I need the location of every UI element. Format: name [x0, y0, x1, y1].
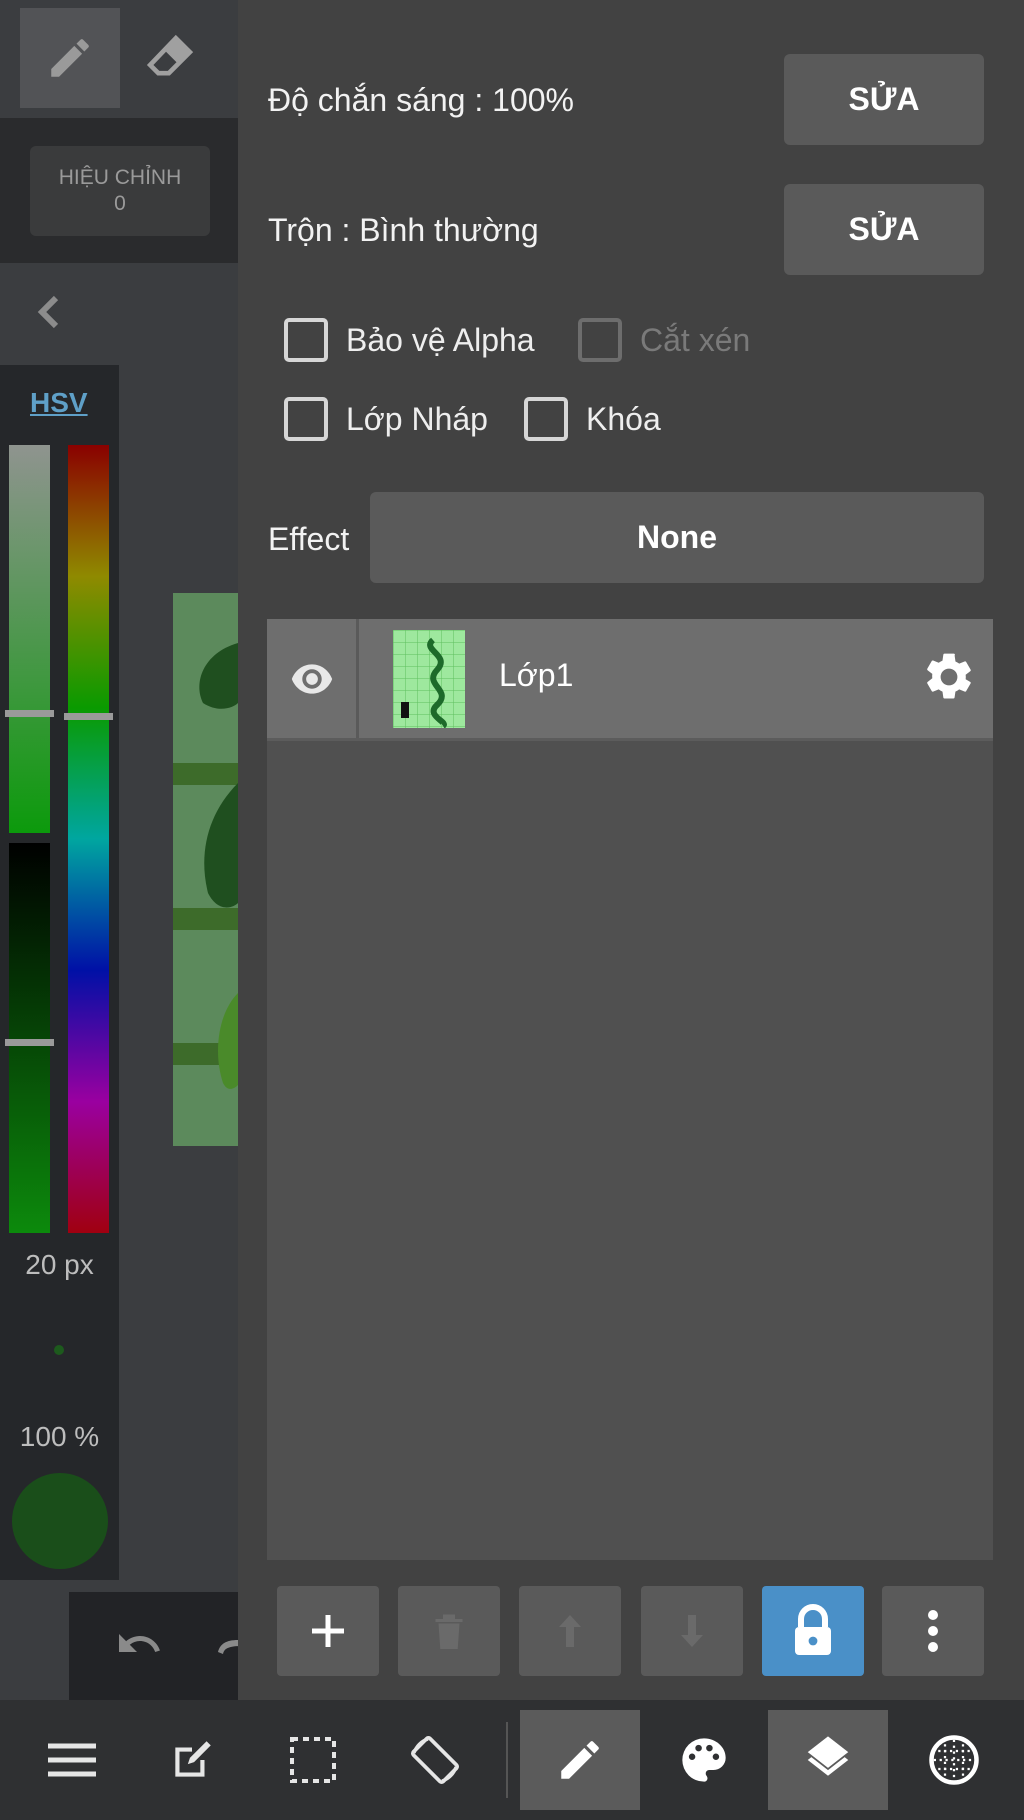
rotate-canvas-button[interactable] — [375, 1710, 495, 1810]
left-tool-panel: HIỆU CHỈNH 0 HSV 20 px 100 % — [0, 0, 242, 1700]
opacity-edit-button[interactable]: SỬA — [784, 54, 984, 145]
color-mode-tab[interactable]: HSV — [30, 387, 88, 419]
correction-value: 0 — [114, 192, 126, 215]
delete-layer-button[interactable] — [398, 1586, 500, 1676]
arrow-up-icon — [559, 1615, 581, 1647]
opacity-label: Độ chắn sáng : 100% — [268, 82, 574, 118]
selection-button[interactable] — [253, 1710, 373, 1810]
blend-mode-label: Trộn : Bình thường — [268, 212, 539, 248]
blend-mode-edit-button[interactable]: SỬA — [784, 184, 984, 275]
saturation-handle[interactable] — [5, 710, 54, 717]
lock-layer-button[interactable] — [762, 1586, 864, 1676]
undo-icon[interactable] — [113, 1620, 165, 1668]
value-handle[interactable] — [5, 1039, 54, 1046]
arrow-down-icon — [681, 1615, 703, 1647]
protect-alpha-checkbox[interactable]: Bảo vệ Alpha — [284, 318, 535, 362]
brush-tab-button[interactable] — [520, 1710, 640, 1810]
selection-icon — [290, 1737, 336, 1783]
more-vertical-icon — [928, 1610, 938, 1652]
clipping-box[interactable] — [578, 318, 622, 362]
toolbar-divider — [506, 1722, 508, 1798]
layer-row[interactable]: Lớp1 — [267, 619, 993, 741]
layer-visibility-toggle[interactable] — [267, 619, 359, 738]
layer-thumbnail — [393, 630, 465, 728]
edit-button[interactable] — [132, 1710, 252, 1810]
hue-slider[interactable] — [64, 445, 113, 1233]
lock-icon — [795, 1604, 831, 1655]
lock-label: Khóa — [586, 400, 661, 437]
current-color-swatch[interactable] — [12, 1473, 108, 1569]
layer-panel: Độ chắn sáng : 100% SỬA Trộn : Bình thườ… — [238, 0, 1024, 1700]
plus-icon — [312, 1615, 344, 1647]
eraser-tool-button[interactable] — [120, 8, 220, 108]
bottom-toolbar — [0, 1700, 1024, 1820]
layer-name: Lớp1 — [499, 657, 574, 693]
protect-alpha-box[interactable] — [284, 318, 328, 362]
menu-button[interactable] — [12, 1710, 132, 1810]
clipping-label: Cắt xén — [640, 321, 751, 358]
clipping-checkbox[interactable]: Cắt xén — [578, 318, 750, 362]
layer-settings-button[interactable] — [921, 649, 977, 705]
menu-icon — [48, 1743, 96, 1777]
value-slider[interactable] — [5, 843, 54, 1233]
saturation-slider[interactable] — [5, 445, 54, 833]
rotate-icon — [411, 1736, 459, 1784]
lock-checkbox[interactable]: Khóa — [524, 397, 661, 441]
draft-layer-box[interactable] — [284, 397, 328, 441]
move-layer-up-button[interactable] — [519, 1586, 621, 1676]
layer-list: Lớp1 — [267, 619, 993, 1560]
layers-tab-button[interactable] — [768, 1710, 888, 1810]
collapse-chevron-icon[interactable] — [34, 292, 64, 332]
brush-size-label: 20 px — [25, 1249, 94, 1280]
lock-box[interactable] — [524, 397, 568, 441]
pencil-icon — [561, 1741, 599, 1779]
grid-settings-button[interactable] — [894, 1710, 1014, 1810]
canvas-preview — [173, 593, 238, 1146]
brush-opacity-label: 100 % — [19, 1421, 100, 1452]
layers-icon — [807, 1736, 849, 1776]
effect-select-button[interactable]: None — [370, 492, 984, 583]
edit-icon — [175, 1741, 211, 1777]
correction-button[interactable]: HIỆU CHỈNH 0 — [30, 146, 210, 236]
undo-redo-bar — [69, 1592, 242, 1700]
protect-alpha-label: Bảo vệ Alpha — [346, 321, 535, 358]
gear-icon — [927, 653, 971, 699]
hue-handle[interactable] — [64, 713, 113, 720]
color-picker-panel: HSV 20 px 100 % — [0, 365, 119, 1580]
correction-label: HIỆU CHỈNH — [58, 166, 182, 189]
brush-size-preview — [54, 1345, 64, 1355]
eye-icon — [291, 663, 332, 694]
draft-layer-label: Lớp Nháp — [346, 400, 488, 437]
pen-tool-button[interactable] — [20, 8, 120, 108]
effect-label: Effect — [268, 521, 350, 557]
grid-circle-icon — [929, 1735, 979, 1785]
pencil-icon — [51, 39, 89, 77]
move-layer-down-button[interactable] — [641, 1586, 743, 1676]
trash-icon — [435, 1614, 463, 1649]
add-layer-button[interactable] — [277, 1586, 379, 1676]
draft-layer-checkbox[interactable]: Lớp Nháp — [284, 397, 488, 441]
palette-icon — [682, 1738, 726, 1782]
eraser-icon — [146, 34, 194, 76]
layer-more-options-button[interactable] — [882, 1586, 984, 1676]
color-palette-button[interactable] — [644, 1710, 764, 1810]
